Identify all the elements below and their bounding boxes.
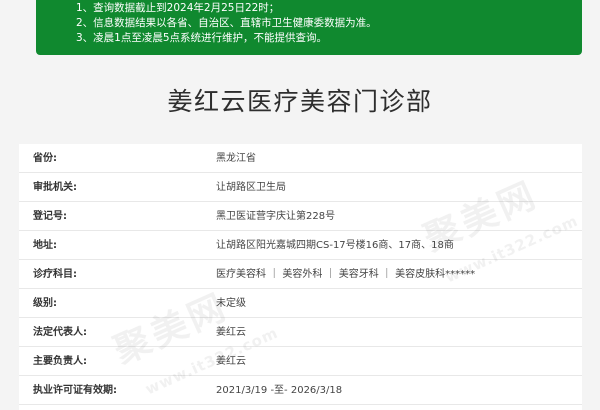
- notice-line-3: 3、凌晨1点至凌晨5点系统进行维护，不能提供查询。: [76, 32, 328, 44]
- row-value: 未定级: [216, 298, 246, 309]
- row-principal: 主要负责人: 姜红云: [19, 347, 582, 376]
- row-value: 2021/3/19 -至- 2026/3/18: [216, 385, 343, 396]
- row-value: 让胡路区阳光嘉城四期CS-17号楼16商、17商、18商: [216, 240, 454, 251]
- row-address: 地址: 让胡路区阳光嘉城四期CS-17号楼16商、17商、18商: [19, 231, 582, 260]
- row-label: 执业许可证有效期:: [33, 385, 117, 396]
- info-table: 省份: 黑龙江省 审批机关: 让胡路区卫生局 登记号: 黑卫医证营字庆让第228…: [19, 144, 582, 410]
- row-label: 诊疗科目:: [33, 269, 77, 280]
- row-label: 省份:: [33, 153, 57, 164]
- row-province: 省份: 黑龙江省: [19, 144, 582, 173]
- row-registration-number: 登记号: 黑卫医证营字庆让第228号: [19, 202, 582, 231]
- row-license-validity: 执业许可证有效期: 2021/3/19 -至- 2026/3/18: [19, 376, 582, 405]
- notice-line-1: 1、查询数据截止到2024年2月25日22时；: [76, 2, 280, 14]
- notice-banner: 1、查询数据截止到2024年2月25日22时； 2、信息数据结果以各省、自治区、…: [36, 0, 582, 55]
- notice-line-2: 2、信息数据结果以各省、自治区、直辖市卫生健康委数据为准。: [76, 17, 377, 29]
- row-value: 医疗美容科 ｜ 美容外科 ｜ 美容牙科 ｜ 美容皮肤科******: [216, 269, 476, 280]
- page-title: 姜红云医疗美容门诊部: [167, 87, 433, 116]
- page: 1、查询数据截止到2024年2月25日22时； 2、信息数据结果以各省、自治区、…: [0, 0, 600, 410]
- row-value: 让胡路区卫生局: [216, 182, 286, 193]
- row-value: 黑龙江省: [216, 153, 256, 164]
- row-value: 姜红云: [216, 327, 246, 338]
- row-departments: 诊疗科目: 医疗美容科 ｜ 美容外科 ｜ 美容牙科 ｜ 美容皮肤科******: [19, 260, 582, 289]
- row-value: 黑卫医证营字庆让第228号: [216, 211, 336, 222]
- row-approval-authority: 审批机关: 让胡路区卫生局: [19, 173, 582, 202]
- row-label: 级别:: [33, 298, 57, 309]
- row-label: 主要负责人:: [33, 356, 87, 367]
- row-value: 姜红云: [216, 356, 246, 367]
- row-legal-representative: 法定代表人: 姜红云: [19, 318, 582, 347]
- row-label: 登记号:: [33, 211, 67, 222]
- row-label: 法定代表人:: [33, 327, 87, 338]
- row-label: 审批机关:: [33, 182, 77, 193]
- row-level: 级别: 未定级: [19, 289, 582, 318]
- row-label: 地址:: [33, 240, 57, 251]
